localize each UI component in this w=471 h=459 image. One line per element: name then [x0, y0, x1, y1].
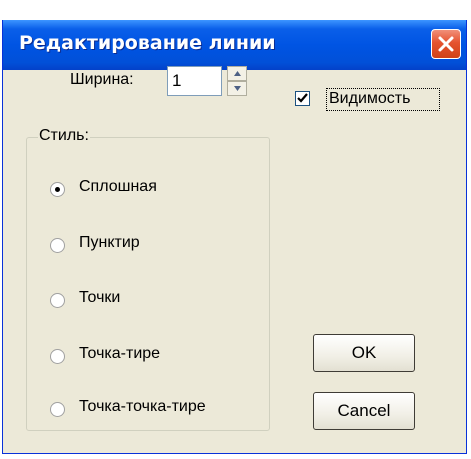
visibility-label[interactable]: Видимость: [329, 90, 410, 108]
ok-button[interactable]: OK: [313, 334, 415, 372]
visibility-checkbox[interactable]: [295, 91, 310, 106]
radio-dash-dot-dot[interactable]: [50, 402, 65, 417]
radio-label-dash-dot[interactable]: Точка-тире: [79, 345, 160, 363]
style-group-label: Стиль:: [38, 127, 90, 145]
radio-label-dashed[interactable]: Пунктир: [79, 234, 140, 252]
spin-up-button[interactable]: [227, 66, 247, 81]
close-button[interactable]: [431, 29, 461, 59]
width-spinner[interactable]: [227, 66, 247, 96]
cancel-button[interactable]: Cancel: [313, 392, 415, 430]
spin-up-icon: [234, 71, 241, 76]
spin-down-button[interactable]: [227, 81, 247, 96]
width-input[interactable]: [168, 67, 221, 95]
radio-label-dotted[interactable]: Точки: [79, 289, 120, 307]
radio-dotted[interactable]: [50, 293, 65, 308]
checkmark-icon: [297, 93, 308, 103]
outer-frame-bottom: [2, 454, 467, 459]
width-field[interactable]: [167, 66, 222, 96]
radio-dashed[interactable]: [50, 238, 65, 253]
spin-down-icon: [234, 86, 241, 91]
close-icon: [438, 36, 454, 52]
window-title: Редактирование линии: [19, 32, 276, 54]
title-bar[interactable]: Редактирование линии: [3, 20, 466, 70]
radio-solid[interactable]: [50, 182, 65, 197]
radio-label-dash-dot-dot[interactable]: Точка-точка-тире: [79, 398, 206, 416]
radio-dash-dot[interactable]: [50, 349, 65, 364]
width-label: Ширина:: [70, 71, 134, 88]
radio-label-solid[interactable]: Сплошная: [79, 178, 157, 196]
